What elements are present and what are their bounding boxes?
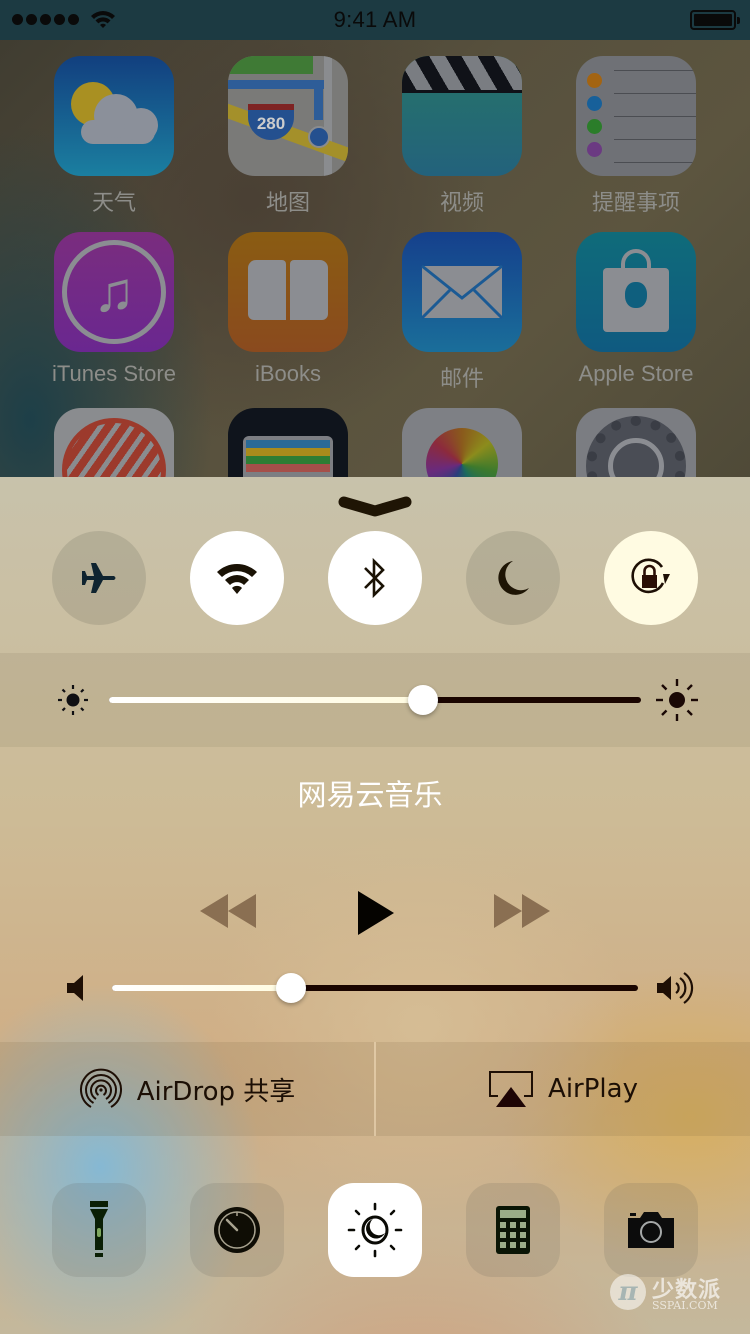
app-label: iTunes Store (52, 361, 176, 386)
app-label: 天气 (91, 190, 136, 215)
app-label: 提醒事项 (591, 190, 680, 215)
airdrop-button[interactable]: AirDrop 共享 (0, 1042, 374, 1136)
videos-icon (402, 56, 522, 176)
cellular-signal-icon (12, 14, 79, 25)
calculator-icon (496, 1206, 530, 1254)
sspai-logo-icon: π (610, 1274, 646, 1310)
app-ibooks[interactable]: iBooks (201, 232, 375, 387)
volume-slider[interactable] (112, 973, 638, 1003)
night-shift-icon (347, 1202, 403, 1258)
rewind-icon (200, 894, 256, 928)
camera-icon (628, 1212, 674, 1248)
sun-small-icon (58, 685, 88, 715)
airplay-icon (489, 1071, 534, 1107)
speaker-loud-icon (657, 972, 694, 1004)
night-shift-button[interactable] (328, 1183, 422, 1277)
rewind-button[interactable] (196, 888, 260, 934)
app-mail[interactable]: 邮件 (375, 232, 549, 393)
mail-icon (402, 232, 522, 352)
app-videos[interactable]: 视频 (375, 56, 549, 217)
apple-store-icon (576, 232, 696, 352)
app-label: 邮件 (439, 366, 484, 391)
app-reminders[interactable]: 提醒事项 (549, 56, 723, 217)
do-not-disturb-toggle[interactable] (466, 531, 560, 625)
app-label: iBooks (254, 361, 322, 386)
reminders-icon (576, 56, 696, 176)
flashlight-icon (90, 1201, 108, 1257)
battery-icon (690, 10, 740, 30)
fast-forward-button[interactable] (490, 888, 554, 934)
timer-icon (214, 1207, 260, 1253)
app-label: Apple Store (578, 361, 694, 386)
control-center: 网易云音乐 AirDrop 共享 AirPlay π 少数派 SSPAI.COM (0, 477, 750, 1334)
app-maps[interactable]: 280 地图 (201, 56, 375, 217)
status-time: 9:41 AM (333, 7, 417, 32)
airplay-button[interactable]: AirPlay (376, 1042, 750, 1136)
app-itunes-store[interactable]: ♫ iTunes Store (27, 232, 201, 387)
app-weather[interactable]: 天气 (27, 56, 201, 217)
now-playing-title[interactable]: 网易云音乐 (0, 772, 750, 814)
bluetooth-icon (364, 557, 385, 599)
fast-forward-icon (494, 894, 550, 928)
airdrop-label: AirDrop 共享 (136, 1076, 296, 1107)
speaker-icon (67, 975, 83, 1001)
bluetooth-toggle[interactable] (328, 531, 422, 625)
brightness-slider-fill (109, 697, 423, 703)
app-label: 视频 (439, 190, 484, 215)
volume-slider-thumb[interactable] (275, 973, 306, 1003)
watermark-en: SSPAI.COM (652, 1299, 718, 1312)
weather-icon (54, 56, 174, 176)
wifi-toggle[interactable] (190, 531, 284, 625)
moon-icon (498, 561, 529, 595)
wifi-icon (217, 564, 257, 594)
status-bar: 9:41 AM (0, 0, 750, 40)
app-label: 地图 (265, 190, 310, 215)
timer-button[interactable] (190, 1183, 284, 1277)
play-icon (358, 891, 394, 935)
play-button[interactable] (350, 888, 400, 938)
sun-large-icon (656, 679, 698, 721)
sspai-watermark: π 少数派 SSPAI.COM (610, 1272, 740, 1318)
airplane-icon (82, 563, 116, 593)
share-row: AirDrop 共享 AirPlay (0, 1042, 750, 1136)
wifi-icon (91, 11, 115, 28)
ibooks-icon (228, 232, 348, 352)
camera-button[interactable] (604, 1183, 698, 1277)
airdrop-icon (79, 1068, 122, 1108)
itunes-store-icon: ♫ (54, 232, 174, 352)
airplay-label: AirPlay (548, 1074, 638, 1104)
volume-slider-fill (112, 985, 291, 991)
chevron-down-icon[interactable] (338, 495, 412, 519)
airplane-mode-toggle[interactable] (52, 531, 146, 625)
app-apple-store[interactable]: Apple Store (549, 232, 723, 387)
brightness-slider-thumb[interactable] (407, 685, 438, 715)
calculator-button[interactable] (466, 1183, 560, 1277)
rotation-lock-icon (631, 558, 670, 594)
flashlight-button[interactable] (52, 1183, 146, 1277)
rotation-lock-toggle[interactable] (604, 531, 698, 625)
maps-icon: 280 (228, 56, 348, 176)
brightness-slider[interactable] (109, 685, 641, 715)
